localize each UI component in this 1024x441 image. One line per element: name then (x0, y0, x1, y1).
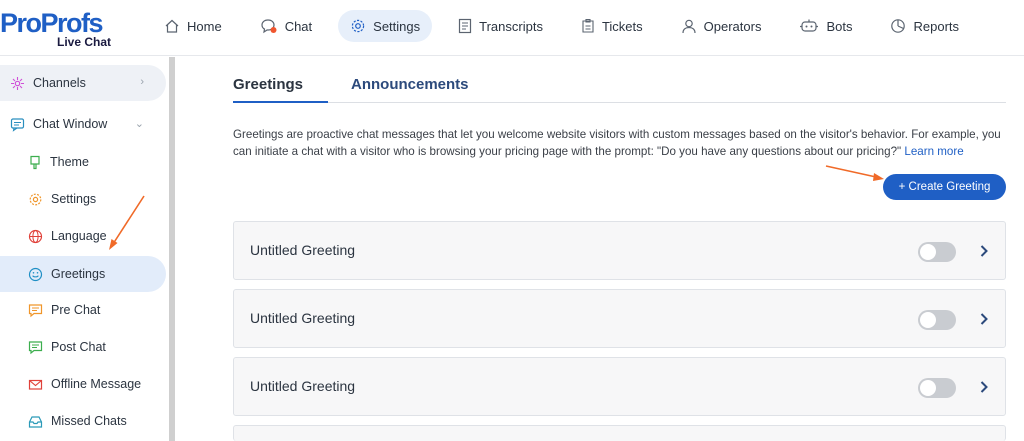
chevron-right-icon[interactable] (979, 243, 989, 259)
transcripts-icon (459, 18, 472, 34)
bot-icon (800, 19, 819, 32)
sidebar-item-channels[interactable]: Channels › (0, 65, 166, 101)
greeting-row-partial[interactable] (233, 425, 1006, 441)
annotation-arrow-icon (825, 165, 884, 181)
sidebar-item-label: Missed Chats (51, 414, 127, 428)
nav-bots[interactable]: Bots (787, 10, 864, 42)
chat-window-icon (10, 117, 25, 132)
sidebar-item-label: Greetings (51, 267, 106, 281)
chevron-right-icon: › (140, 76, 144, 88)
nav-operators[interactable]: Operators (669, 10, 774, 42)
envelope-icon (28, 379, 43, 390)
sidebar-item-label: Settings (51, 192, 97, 206)
sidebar-item-greetings[interactable]: Greetings (0, 256, 166, 292)
inbox-icon (28, 415, 43, 428)
nav-home[interactable]: Home (152, 10, 234, 42)
description-text: Greetings are proactive chat messages th… (233, 128, 1001, 158)
nav-settings[interactable]: Settings (338, 10, 433, 42)
settings-sidebar: Channels › Chat Window ⌄ Theme Settings … (0, 57, 176, 441)
greeting-title: Untitled Greeting (250, 242, 356, 258)
chevron-right-icon[interactable] (979, 311, 989, 327)
nav-bots-label: Bots (826, 18, 853, 34)
sidebar-scrollbar[interactable] (169, 57, 175, 441)
toggle-knob (920, 380, 936, 396)
sidebar-item-label: Pre Chat (51, 303, 101, 317)
user-icon (682, 19, 696, 34)
smiley-icon (28, 267, 43, 281)
active-tab-indicator (233, 101, 328, 103)
greeting-row[interactable]: Untitled Greeting (233, 221, 1006, 280)
greeting-title: Untitled Greeting (250, 310, 356, 326)
nav-tickets-label: Tickets (601, 18, 643, 34)
gear-icon (351, 19, 365, 33)
greetings-tabs: Greetings Announcements (233, 72, 1006, 103)
logo-product-name: Live Chat (57, 35, 112, 49)
sidebar-item-settings[interactable]: Settings (0, 181, 166, 217)
tickets-icon (582, 18, 594, 33)
gear-icon (29, 193, 42, 205)
greetings-description: Greetings are proactive chat messages th… (233, 127, 1008, 160)
sidebar-item-missed-chats[interactable]: Missed Chats (0, 403, 166, 439)
sidebar-item-pre-chat[interactable]: Pre Chat (0, 292, 166, 328)
nav-chat[interactable]: Chat (248, 10, 324, 42)
sidebar-item-label: Offline Message (51, 377, 142, 391)
toggle-knob (920, 312, 936, 328)
theme-icon (30, 155, 40, 169)
greeting-toggle[interactable] (918, 310, 956, 330)
nav-chat-label: Chat (284, 18, 313, 34)
post-chat-icon (28, 340, 43, 354)
greeting-toggle[interactable] (918, 242, 956, 262)
main-nav: Home Chat Settings Transcripts Tickets O… (152, 10, 985, 42)
sidebar-item-post-chat[interactable]: Post Chat (0, 329, 166, 365)
sidebar-item-label: Language (51, 229, 107, 243)
sidebar-chat-window-label: Chat Window (33, 117, 108, 131)
nav-home-label: Home (187, 18, 222, 34)
globe-icon (28, 229, 43, 243)
logo-wordmark: ProProfs (0, 8, 104, 38)
sidebar-item-theme[interactable]: Theme (0, 144, 166, 180)
create-greeting-button[interactable]: + Create Greeting (883, 174, 1006, 200)
greeting-title: Untitled Greeting (250, 378, 356, 394)
top-bar: ProProfs Live Chat Home Chat Settings Tr… (0, 0, 1024, 56)
sidebar-item-language[interactable]: Language (0, 218, 166, 254)
proprofs-logo[interactable]: ProProfs Live Chat (0, 8, 120, 50)
nav-reports-label: Reports (913, 18, 960, 34)
chevron-down-icon: ⌄ (134, 118, 144, 130)
tab-greetings[interactable]: Greetings (233, 76, 303, 93)
sidebar-channels-label: Channels (33, 76, 86, 90)
nav-operators-label: Operators (703, 18, 762, 34)
chevron-right-icon[interactable] (979, 379, 989, 395)
nav-transcripts-label: Transcripts (479, 18, 543, 34)
sidebar-item-chat-window[interactable]: Chat Window ⌄ (0, 106, 166, 142)
learn-more-link[interactable]: Learn more (904, 145, 963, 158)
nav-settings-label: Settings (373, 18, 421, 34)
sidebar-item-label: Post Chat (51, 340, 106, 354)
nav-transcripts[interactable]: Transcripts (446, 10, 555, 42)
pre-chat-icon (28, 303, 43, 317)
sidebar-item-offline-message[interactable]: Offline Message (0, 366, 166, 402)
greeting-row[interactable]: Untitled Greeting (233, 289, 1006, 348)
chat-icon (261, 19, 277, 34)
channels-icon (11, 76, 24, 90)
tab-announcements[interactable]: Announcements (351, 76, 469, 93)
pie-chart-icon (891, 19, 906, 33)
greeting-toggle[interactable] (918, 378, 956, 398)
sidebar-item-label: Theme (50, 155, 89, 169)
nav-reports[interactable]: Reports (878, 10, 971, 42)
toggle-knob (920, 244, 936, 260)
home-icon (165, 19, 179, 33)
greeting-row[interactable]: Untitled Greeting (233, 357, 1006, 416)
nav-tickets[interactable]: Tickets (569, 10, 655, 42)
